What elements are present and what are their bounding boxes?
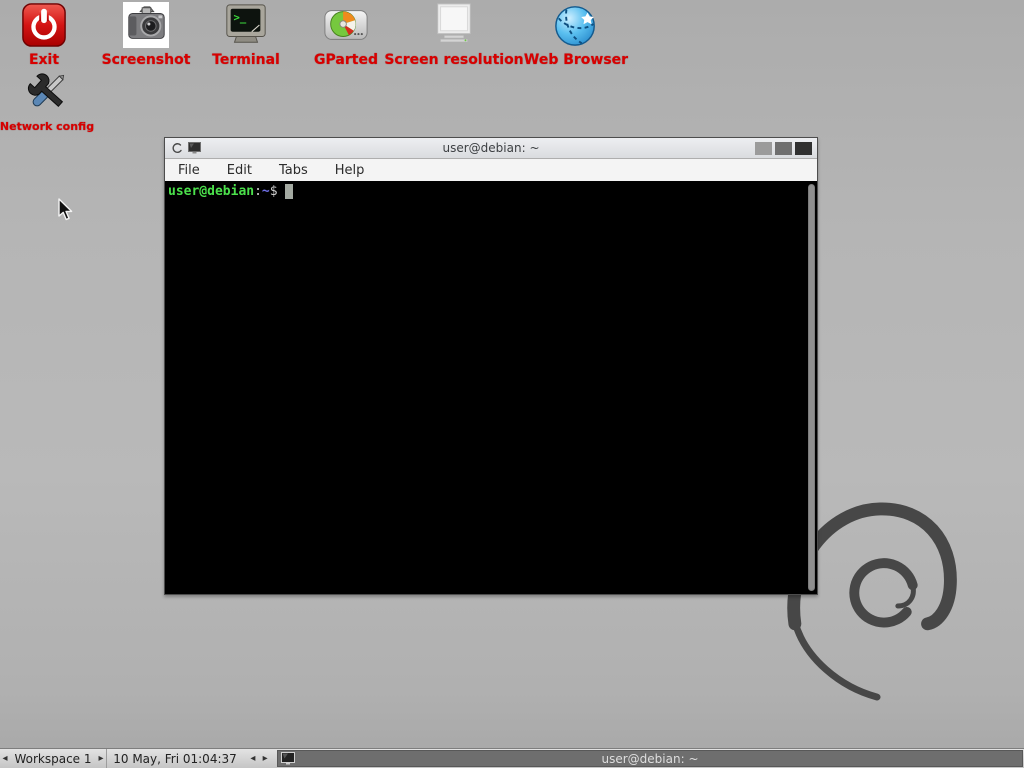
workspace-next-icon[interactable]: ▸ [99, 754, 104, 764]
close-button[interactable] [795, 142, 812, 155]
taskbar-clock: 10 May, Fri 01:04:37 [107, 749, 243, 768]
prompt-path: ~ [262, 183, 270, 200]
prompt-dollar: $ [270, 183, 278, 200]
terminal-crt-icon: >_ [223, 2, 269, 48]
prompt-user-host: user@debian [168, 183, 254, 200]
desktop-icon-screenshot[interactable]: Screenshot [93, 2, 199, 67]
menu-item-help[interactable]: Help [335, 163, 365, 178]
task-prev-icon[interactable]: ◂ [250, 754, 255, 764]
icon-label-screen-resolution: Screen resolution [384, 53, 523, 67]
task-terminal-icon [281, 752, 295, 765]
task-next-icon[interactable]: ▸ [263, 754, 268, 764]
terminal-scrollbar[interactable] [808, 184, 815, 591]
debian-swirl-window-icon [170, 142, 183, 155]
terminal-content[interactable]: user@debian:~$ [165, 181, 817, 594]
menu-item-tabs[interactable]: Tabs [279, 163, 308, 178]
menu-item-edit[interactable]: Edit [227, 163, 252, 178]
icon-label-exit: Exit [29, 53, 59, 67]
workspace-switcher[interactable]: ◂ Workspace 1 ▸ [0, 749, 107, 768]
tools-icon [23, 68, 71, 116]
monitor-icon [431, 2, 477, 48]
workspace-label: Workspace 1 [14, 752, 91, 766]
desktop-icon-exit[interactable]: Exit [4, 2, 84, 67]
terminal-window-icon [188, 142, 201, 154]
prompt-colon: : [254, 183, 262, 200]
window-titlebar[interactable]: user@debian: ~ [165, 138, 817, 159]
icon-label-terminal: Terminal [212, 53, 280, 67]
maximize-button[interactable] [775, 142, 792, 155]
camera-icon [123, 2, 169, 48]
desktop-icon-screen-resolution[interactable]: Screen resolution [384, 2, 524, 67]
desktop-icon-gparted[interactable]: GParted [296, 2, 396, 67]
svg-text:>_: >_ [234, 12, 247, 24]
terminal-cursor [285, 184, 293, 199]
window-title: user@debian: ~ [165, 141, 817, 155]
icon-label-screenshot: Screenshot [102, 53, 191, 67]
desktop-icon-terminal[interactable]: >_ Terminal [196, 2, 296, 67]
terminal-window: user@debian: ~ File Edit Tabs Help user@… [164, 137, 818, 595]
window-menubar: File Edit Tabs Help [165, 159, 817, 181]
task-button-terminal[interactable]: user@debian: ~ [277, 750, 1023, 767]
shell-prompt: user@debian:~$ [165, 181, 817, 200]
task-pager: ◂ ▸ [243, 749, 275, 768]
workspace-prev-icon[interactable]: ◂ [2, 754, 7, 764]
globe-icon [553, 2, 599, 48]
menu-item-file[interactable]: File [178, 163, 200, 178]
icon-label-network-config: Network config [0, 121, 94, 132]
gparted-disk-icon [323, 2, 369, 48]
minimize-button[interactable] [755, 142, 772, 155]
icon-label-web-browser: Web Browser [524, 53, 628, 67]
desktop-icon-web-browser[interactable]: Web Browser [516, 2, 636, 67]
taskbar: ◂ Workspace 1 ▸ 10 May, Fri 01:04:37 ◂ ▸… [0, 748, 1024, 768]
exit-power-icon [21, 2, 67, 48]
icon-label-gparted: GParted [314, 53, 378, 67]
mouse-cursor [57, 198, 74, 222]
desktop: { "desktop": { "icons": [ { "label": "Ex… [0, 0, 1024, 768]
desktop-icon-network-config[interactable]: Network config [0, 68, 102, 132]
task-button-title: user@debian: ~ [278, 752, 1022, 766]
